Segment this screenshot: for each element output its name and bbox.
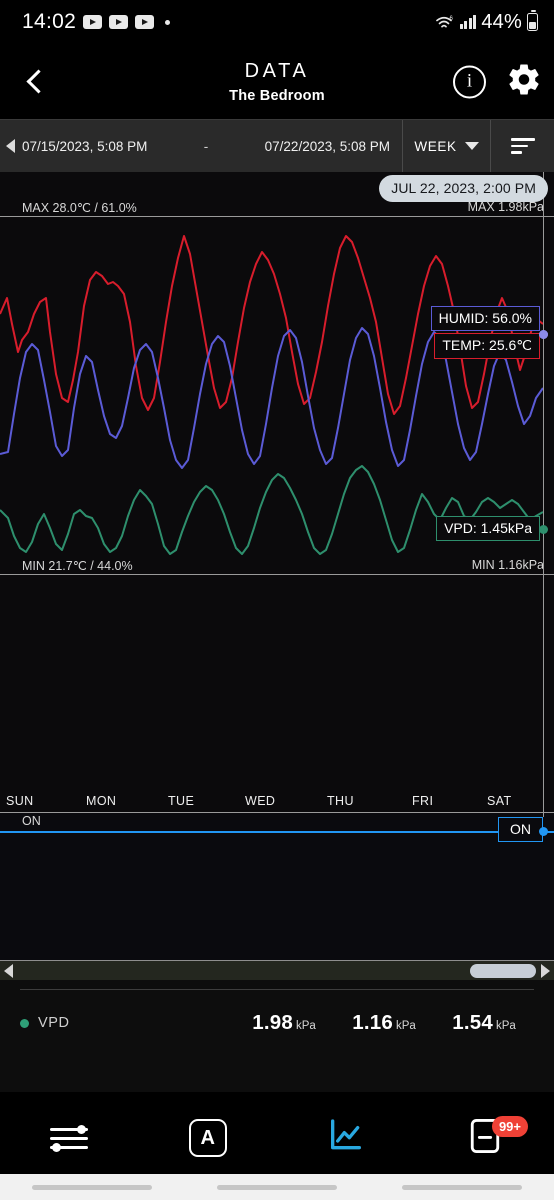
page-subtitle: The Bedroom: [229, 88, 325, 104]
chevron-down-icon: [465, 142, 479, 150]
scroll-left-icon[interactable]: [4, 964, 13, 978]
header-titles: DATA The Bedroom: [229, 60, 325, 104]
device-cursor-marker: [539, 827, 548, 836]
header-actions: i: [453, 61, 542, 102]
gesture-pill: [402, 1185, 522, 1190]
temperature-tooltip: TEMP: 25.6℃: [434, 333, 540, 359]
youtube-play-icon: [135, 15, 154, 29]
cursor-crosshair: [543, 172, 544, 817]
vpd-max: 1.98kPa: [234, 1011, 334, 1035]
battery-percent: 44%: [481, 11, 522, 34]
cursor-timestamp-pill: JUL 22, 2023, 2:00 PM: [379, 175, 548, 202]
cellular-signal-icon: [460, 15, 477, 29]
unit: kPa: [396, 1020, 416, 1032]
range-end: 07/22/2023, 5:08 PM: [265, 139, 402, 154]
system-gesture-bar: [0, 1174, 554, 1200]
range-start: 07/15/2023, 5:08 PM: [22, 139, 147, 154]
info-icon[interactable]: i: [453, 65, 486, 98]
min-left-label: MIN 21.7℃ / 44.0%: [22, 558, 133, 573]
nav-notifications[interactable]: 99+: [416, 1102, 554, 1174]
previous-period-button[interactable]: [6, 139, 15, 153]
page-title: DATA: [229, 60, 325, 83]
wifi-6-icon: 6: [435, 14, 455, 31]
status-bar: 14:02 6 44%: [0, 0, 554, 44]
day-label-sat: SAT: [487, 794, 512, 808]
vpd-tooltip: VPD: 1.45kPa: [436, 516, 540, 541]
filter-button[interactable]: [490, 120, 554, 172]
unit: kPa: [296, 1020, 316, 1032]
vpd-average: 1.54kPa: [434, 1011, 534, 1035]
vpd-min: 1.16kPa: [334, 1011, 434, 1035]
gesture-pill: [32, 1185, 152, 1190]
filter-icon: [511, 138, 535, 154]
table-row: VPD 1.98kPa 1.16kPa 1.54kPa: [20, 990, 534, 1056]
value: 1.54: [452, 1011, 493, 1034]
range-separator: -: [147, 139, 264, 154]
chart-section: JUL 22, 2023, 2:00 PM MAX 28.0℃ / 61.0% …: [0, 172, 554, 817]
day-label-sun: SUN: [6, 794, 34, 808]
line-chart-icon: [326, 1116, 366, 1161]
day-label-fri: FRI: [412, 794, 433, 808]
temperature-cursor-marker: [539, 330, 548, 339]
battery-icon: [527, 13, 538, 31]
device-state-tooltip: ON: [498, 817, 543, 842]
day-label-wed: WED: [245, 794, 275, 808]
svg-text:6: 6: [449, 16, 453, 22]
humidity-tooltip: HUMID: 56.0%: [431, 306, 540, 331]
day-axis: SUN MON TUE WED THU FRI SAT: [0, 794, 554, 812]
device-chart-top-line: [0, 812, 554, 813]
chevron-left-icon: [26, 69, 50, 93]
dot-icon: [165, 20, 170, 25]
on-axis-label: ON: [22, 814, 41, 828]
chart-horizontal-scrollbar[interactable]: [0, 960, 554, 980]
app-header: DATA The Bedroom i: [0, 44, 554, 119]
gear-icon[interactable]: [506, 61, 542, 102]
youtube-play-icon: [83, 15, 102, 29]
value: 1.98: [252, 1011, 293, 1034]
period-label: WEEK: [414, 139, 456, 154]
date-range-bar: 07/15/2023, 5:08 PM - 07/22/2023, 5:08 P…: [0, 119, 554, 172]
sliders-icon: [50, 1128, 88, 1149]
device-state-chart[interactable]: ON ON OFF: [0, 812, 554, 980]
notification-badge: 99+: [492, 1116, 528, 1137]
bottom-navigation: A 99+: [0, 1102, 554, 1174]
clock: 14:02: [22, 10, 76, 34]
back-button[interactable]: [14, 60, 58, 104]
period-selector[interactable]: WEEK: [402, 120, 490, 172]
date-range[interactable]: 07/15/2023, 5:08 PM - 07/22/2023, 5:08 P…: [0, 120, 402, 172]
min-right-label: MIN 1.16kPa: [472, 558, 544, 572]
vpd-cursor-marker: [539, 525, 548, 534]
nav-auto[interactable]: A: [139, 1102, 278, 1174]
nav-controls[interactable]: [0, 1102, 139, 1174]
status-bar-left: 14:02: [22, 10, 170, 34]
day-label-mon: MON: [86, 794, 116, 808]
stats-row-label: VPD: [38, 1015, 70, 1031]
day-label-tue: TUE: [168, 794, 194, 808]
scrollbar-thumb[interactable]: [470, 964, 536, 978]
chart-bottom-gridline: [0, 574, 554, 575]
gesture-pill: [217, 1185, 337, 1190]
a-box-icon: A: [189, 1119, 227, 1157]
vpd-color-dot: [20, 1019, 29, 1028]
unit: kPa: [496, 1020, 516, 1032]
youtube-play-icon: [109, 15, 128, 29]
stats-label-vpd: VPD: [20, 1015, 234, 1031]
scroll-right-icon[interactable]: [541, 964, 550, 978]
day-label-thu: THU: [327, 794, 354, 808]
device-state-line: [0, 831, 554, 833]
environment-chart[interactable]: MAX 28.0℃ / 61.0% MAX 1.98kPa HUMID: 56.…: [0, 202, 554, 587]
status-bar-right: 6 44%: [435, 11, 538, 34]
nav-data[interactable]: [277, 1102, 416, 1174]
value: 1.16: [352, 1011, 393, 1034]
